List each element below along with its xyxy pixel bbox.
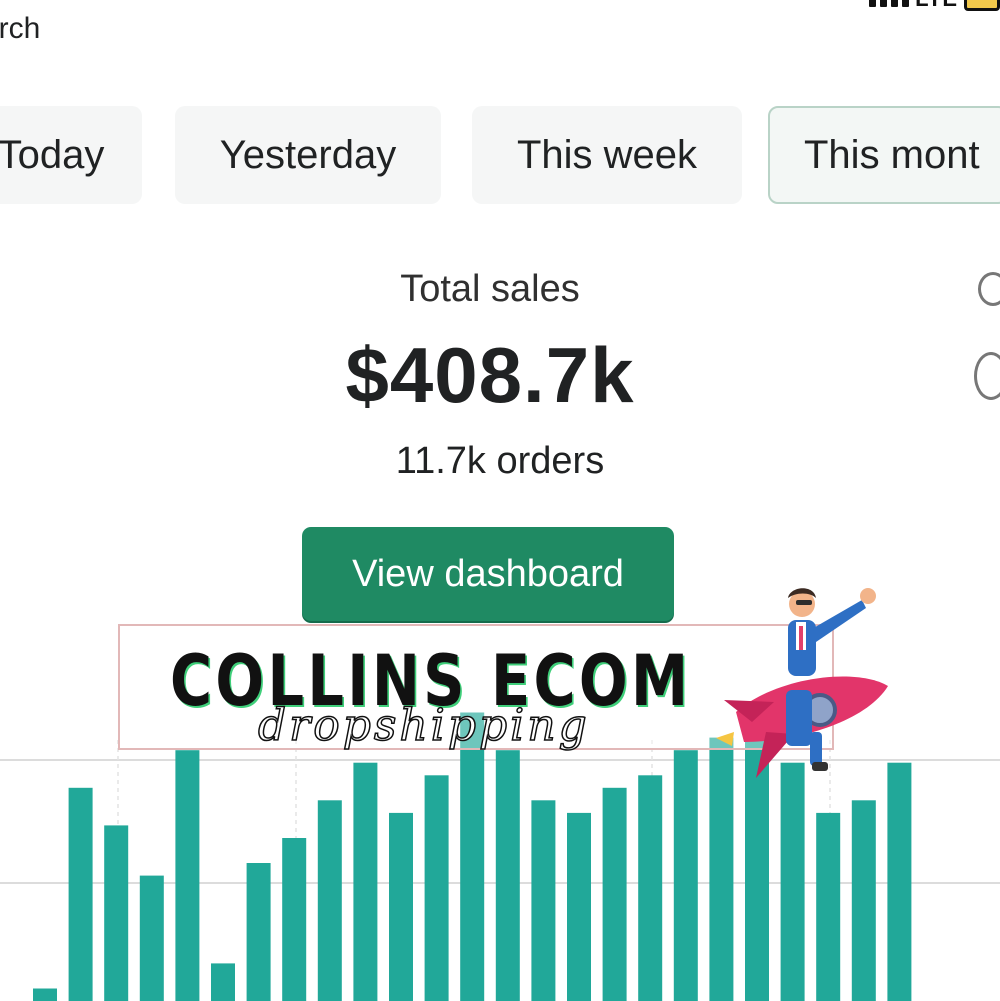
- view-dashboard-button[interactable]: View dashboard: [302, 527, 674, 621]
- chart-bar[interactable]: [104, 825, 129, 1001]
- chart-bar[interactable]: [851, 800, 876, 1001]
- chart-bar[interactable]: [673, 750, 698, 1001]
- date-range-tabs: Today Yesterday This week This mont: [0, 106, 1000, 206]
- status-bar: LTE: [869, 0, 1000, 12]
- tab-today[interactable]: Today: [0, 106, 142, 204]
- partial-icon: [974, 352, 1000, 400]
- tab-this-week[interactable]: This week: [472, 106, 742, 204]
- chart-bar[interactable]: [175, 750, 200, 1001]
- search-label[interactable]: arch: [0, 12, 40, 46]
- partial-icon: [978, 272, 1000, 306]
- chart-bar[interactable]: [531, 800, 556, 1001]
- tab-this-month[interactable]: This mont: [768, 106, 1000, 204]
- signal-icon: [869, 0, 910, 7]
- chart-bar[interactable]: [139, 875, 164, 1001]
- chart-bar[interactable]: [246, 863, 271, 1001]
- chart-bar[interactable]: [780, 762, 805, 1001]
- chart-bar[interactable]: [887, 762, 912, 1001]
- chart-bar[interactable]: [495, 750, 520, 1001]
- chart-bar[interactable]: [638, 775, 663, 1001]
- chart-bar[interactable]: [389, 812, 413, 1001]
- chart-bar[interactable]: [211, 963, 235, 1001]
- chart-bar[interactable]: [282, 838, 307, 1001]
- chart-bar[interactable]: [567, 812, 591, 1001]
- chart-bar[interactable]: [460, 712, 485, 1001]
- network-label: LTE: [915, 0, 958, 12]
- total-sales-label: Total sales: [400, 268, 580, 310]
- chart-bar[interactable]: [424, 775, 449, 1001]
- chart-bar[interactable]: [317, 800, 342, 1001]
- total-sales-value: $408.7k: [345, 331, 635, 419]
- chart-bar[interactable]: [33, 988, 57, 1001]
- brand-subtitle: dropshipping: [257, 699, 590, 752]
- chart-bar[interactable]: [68, 787, 93, 1001]
- tab-yesterday[interactable]: Yesterday: [175, 106, 441, 204]
- orders-count: 11.7k orders: [395, 440, 605, 482]
- chart-bar[interactable]: [816, 812, 841, 1001]
- battery-icon: [964, 0, 1000, 11]
- rocket-mascot-icon: [716, 588, 888, 778]
- chart-bar[interactable]: [353, 762, 378, 1001]
- chart-bar[interactable]: [602, 787, 627, 1001]
